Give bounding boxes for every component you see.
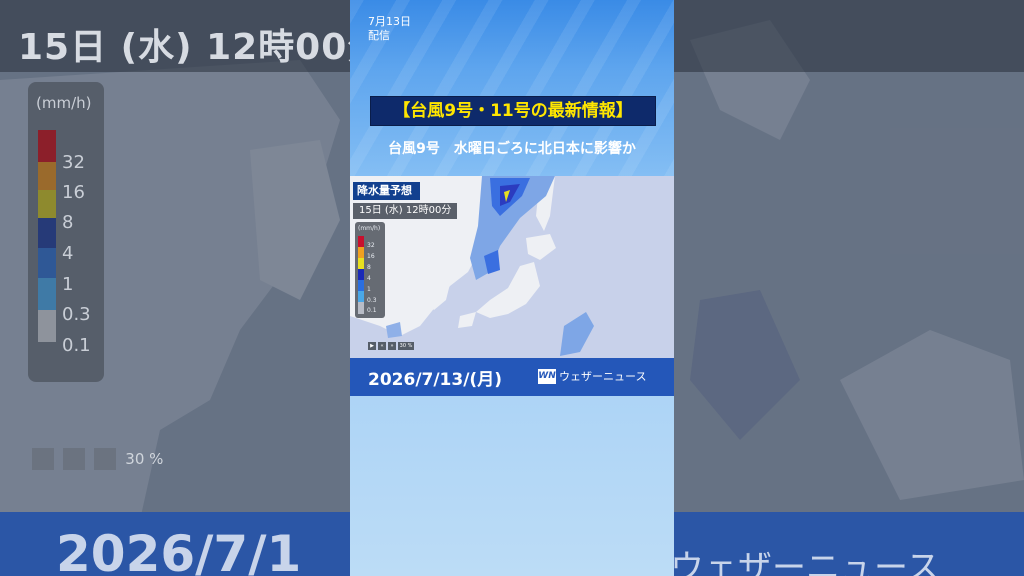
background-legend-swatch (38, 310, 56, 342)
map-time-label: 15日 (水) 12時00分 (353, 203, 458, 219)
date-band: 2026/7/13/(月) WN ウェザーニュース (350, 358, 674, 396)
background-legend-swatch (38, 248, 56, 278)
map-legend-label: 1 (367, 286, 371, 293)
map-legend-swatch (358, 269, 364, 280)
background-forward-icon (94, 448, 117, 470)
background-legend-swatch (38, 162, 56, 190)
background-legend-label: 32 (62, 152, 85, 173)
background-legend-unit: (mm/h) (36, 94, 92, 112)
map-tag: 降水量予想 (353, 182, 420, 200)
map-legend-label: 16 (367, 253, 375, 260)
map-legend-label: 8 (367, 264, 371, 271)
rewind-icon: « (378, 342, 386, 350)
background-legend-swatch (38, 278, 56, 310)
background-brand: ウェザーニュース (670, 548, 941, 576)
background-legend-label: 0.1 (62, 335, 91, 356)
brand-name: ウェザーニュース (559, 370, 647, 383)
publish-info: 7月13日 配信 (368, 15, 411, 43)
background-legend-label: 1 (62, 274, 74, 295)
background-legend-label: 4 (62, 243, 74, 264)
background-legend-label: 0.3 (62, 304, 91, 325)
publish-date: 7月13日 (368, 15, 411, 28)
background-legend-label: 8 (62, 212, 74, 233)
background-time-label: 15日 (水) 12時00分 (18, 27, 385, 68)
map-legend-swatch (358, 302, 364, 314)
background-legend-label: 16 (62, 182, 85, 203)
background-legend-swatch (38, 190, 56, 218)
play-icon: ▶ (368, 342, 376, 350)
background-controls: 30 % (32, 448, 163, 474)
map-zoom-value: 30 % (398, 342, 414, 350)
headline-title: 【台風9号・11号の最新情報】 (370, 96, 656, 126)
forward-icon: » (388, 342, 396, 350)
map-legend-unit: (mm/h) (358, 225, 381, 232)
map-legend-swatch (358, 247, 364, 258)
map-legend: (mm/h) 32 16 8 4 1 0.3 0.1 (355, 222, 385, 318)
broadcast-date: 2026/7/13/(月) (368, 370, 502, 390)
map-legend-label: 32 (367, 242, 375, 249)
map-legend-swatch (358, 280, 364, 291)
map-legend-label: 0.3 (367, 297, 377, 304)
headline-subtitle: 台風9号 水曜日ごろに北日本に影響か (388, 141, 636, 157)
map-playback-controls: ▶ « » 30 % (368, 342, 414, 352)
background-play-icon (32, 448, 54, 470)
map-legend-label: 0.1 (367, 307, 377, 314)
rain-forecast-map: 降水量予想 15日 (水) 12時00分 (mm/h) 32 16 8 4 1 … (350, 176, 674, 358)
map-legend-swatch (358, 291, 364, 302)
background-zoom-value: 30 % (125, 450, 164, 468)
map-legend-swatch (358, 258, 364, 269)
background-legend: (mm/h) 32 16 8 4 1 0.3 0.1 (28, 82, 104, 382)
background-legend-swatch (38, 130, 56, 162)
background-date: 2026/7/1 (56, 525, 302, 576)
weathernews-logo-icon: WN (538, 369, 556, 384)
map-legend-label: 4 (367, 275, 371, 282)
background-rewind-icon (63, 448, 86, 470)
video-frame[interactable]: 7月13日 配信 【台風9号・11号の最新情報】 台風9号 水曜日ごろに北日本に… (350, 0, 674, 576)
map-legend-swatch (358, 236, 364, 247)
publish-label: 配信 (368, 29, 390, 42)
background-legend-swatch (38, 218, 56, 248)
